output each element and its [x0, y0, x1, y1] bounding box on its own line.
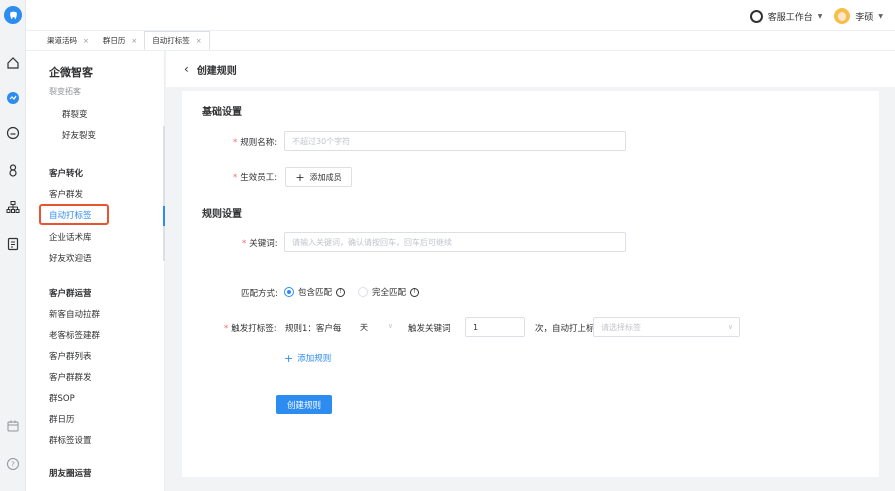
workspace-label: 客服工作台 — [767, 12, 813, 23]
chat-icon[interactable] — [5, 125, 21, 141]
plus-icon: + — [295, 170, 305, 184]
period-value: 天 — [360, 322, 368, 332]
rule-name-label-text: 规则名称: — [240, 138, 278, 148]
tab-channel-code[interactable]: 渠道活码 × — [40, 31, 96, 50]
trigger-label: * 触发打标签: — [224, 322, 277, 334]
user-menu[interactable]: 李硕 ▼ — [834, 8, 883, 24]
avatar — [834, 8, 851, 24]
period-select[interactable]: 天 ∨ — [352, 317, 399, 337]
required-mark: * — [224, 324, 229, 334]
rule-settings-title: 规则设置 — [202, 209, 242, 220]
tab-auto-tag[interactable]: 自动打标签 × — [144, 31, 210, 50]
menu-group-group-ops: 客户群运营 — [49, 289, 92, 299]
page-header: ‹ 创建规则 — [166, 51, 895, 87]
tab-group-calendar[interactable]: 群日历 × — [96, 31, 144, 50]
staff-label: * 生效员工: — [233, 171, 277, 183]
menu-item-group-fission[interactable]: 群裂变 — [62, 108, 88, 120]
plus-icon: + — [284, 351, 294, 365]
chevron-down-icon: ▼ — [878, 12, 883, 20]
calendar-icon[interactable] — [5, 418, 21, 434]
menu-item-group-calendar[interactable]: 群日历 — [49, 413, 75, 425]
close-icon[interactable]: × — [196, 37, 202, 45]
radio-selected-icon — [284, 287, 294, 297]
rule-name-input[interactable]: 不超过30个字符 — [284, 131, 626, 151]
info-icon: ! — [410, 287, 420, 297]
app-logo[interactable] — [4, 6, 22, 24]
back-arrow-icon[interactable]: ‹ — [184, 62, 189, 76]
add-rule-label: 添加规则 — [297, 354, 332, 364]
menu-item-welcome-message[interactable]: 好友欢迎语 — [49, 252, 92, 264]
rule-name-label: * 规则名称: — [233, 136, 277, 148]
workspace-switcher[interactable]: 客服工作台 ▼ — [749, 9, 823, 23]
page-title: 创建规则 — [196, 65, 237, 77]
menu-scrollbar[interactable] — [163, 126, 165, 261]
tag-placeholder: 请选择标签 — [601, 322, 641, 332]
active-indicator — [163, 206, 165, 226]
menu-item-group-list[interactable]: 客户群列表 — [49, 350, 92, 362]
trigger-label-text: 触发打标签: — [231, 324, 277, 334]
form-card: 基础设置 * 规则名称: 不超过30个字符 * 生效员工: + 添加成员 规则设置 … — [182, 91, 879, 477]
top-bar: 客服工作台 ▼ 李硕 ▼ — [26, 0, 895, 31]
match-option-label: 完全匹配 — [372, 288, 407, 298]
user-name: 李硕 — [855, 12, 874, 23]
chevron-down-icon: ▼ — [817, 12, 823, 20]
menu-group-fission: 裂变拓客 — [49, 87, 81, 96]
keyword-label: * 关键词: — [242, 237, 278, 249]
svg-text:?: ? — [11, 461, 15, 469]
close-icon[interactable]: × — [131, 37, 137, 45]
growth-icon[interactable] — [5, 90, 21, 106]
help-icon[interactable]: ? — [5, 456, 21, 472]
info-icon: ! — [336, 287, 346, 297]
chevron-down-icon: ∨ — [727, 323, 733, 331]
radio-unselected-icon — [358, 287, 368, 297]
chevron-down-icon: ∨ — [387, 322, 393, 330]
menu-group-conversion: 客户转化 — [49, 169, 84, 179]
tab-label: 渠道活码 — [47, 36, 77, 45]
close-icon[interactable]: × — [83, 37, 89, 45]
trigger-keyword-text: 触发关键词 — [408, 324, 451, 334]
active-item-highlight — [39, 204, 109, 225]
menu-item-auto-invite[interactable]: 新客自动拉群 — [49, 308, 100, 320]
menu-group-moments: 朋友圈运营 — [49, 469, 92, 479]
org-chart-icon[interactable] — [5, 199, 21, 215]
keyword-label-text: 关键词: — [249, 239, 278, 249]
tab-label: 自动打标签 — [152, 36, 190, 45]
tag-select[interactable]: 请选择标签 ∨ — [593, 317, 740, 337]
add-member-label: 添加成员 — [309, 172, 342, 182]
match-option-contains[interactable]: 包含匹配 ! — [284, 286, 346, 298]
secondary-menu: 企微智客 裂变拓客 群裂变 好友裂变 客户转化 客户群发 自动打标签 企业话术库… — [26, 51, 165, 491]
match-option-exact[interactable]: 完全匹配 ! — [358, 286, 420, 298]
match-label: 匹配方式: — [241, 289, 278, 299]
rule-prefix-text: 规则1：客户每 — [285, 324, 342, 334]
headset-icon — [749, 9, 763, 23]
keyword-input[interactable]: 请输入关键词，确认请按回车，回车后可继续 — [284, 232, 626, 252]
menu-item-friend-fission[interactable]: 好友裂变 — [62, 129, 96, 141]
basic-settings-title: 基础设置 — [202, 107, 242, 118]
menu-item-group-sop[interactable]: 群SOP — [49, 392, 75, 404]
tab-label: 群日历 — [102, 36, 126, 45]
add-rule-link[interactable]: + 添加规则 — [284, 351, 332, 365]
menu-item-tag-group[interactable]: 老客标签建群 — [49, 329, 100, 341]
add-member-button[interactable]: + 添加成员 — [285, 167, 352, 187]
main-content: ‹ 创建规则 基础设置 * 规则名称: 不超过30个字符 * 生效员工: + 添加成… — [166, 51, 895, 491]
create-rule-button[interactable]: 创建规则 — [276, 395, 332, 414]
page-tabs: 渠道活码 × 群日历 × 自动打标签 × — [26, 31, 895, 51]
menu-item-script-library[interactable]: 企业话术库 — [49, 231, 92, 243]
required-mark: * — [233, 138, 238, 148]
count-input[interactable]: 1 — [465, 317, 525, 337]
required-mark: * — [233, 173, 238, 183]
menu-title: 企微智客 — [49, 66, 93, 79]
staff-label-text: 生效员工: — [240, 173, 278, 183]
menu-item-customer-broadcast[interactable]: 客户群发 — [49, 188, 83, 200]
match-option-label: 包含匹配 — [298, 288, 333, 298]
document-icon[interactable] — [5, 236, 21, 252]
menu-item-group-tag-settings[interactable]: 群标签设置 — [49, 434, 92, 446]
menu-item-group-broadcast[interactable]: 客户群群发 — [49, 371, 92, 383]
required-mark: * — [242, 239, 247, 249]
money-icon[interactable] — [5, 162, 21, 178]
home-icon[interactable] — [5, 55, 21, 71]
icon-rail: ? — [0, 0, 26, 491]
